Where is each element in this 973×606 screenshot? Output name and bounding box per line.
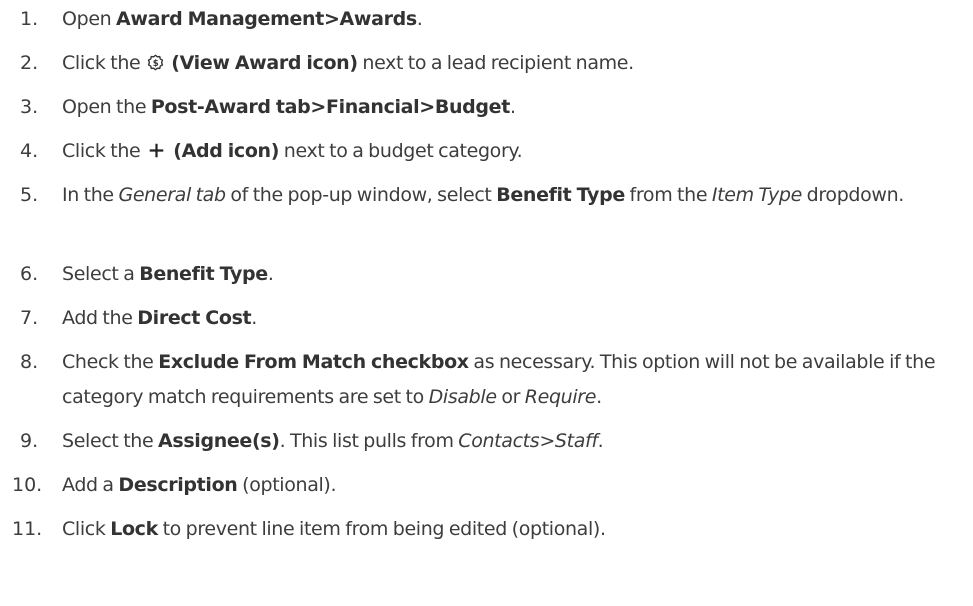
- option-value: Disable: [428, 386, 497, 408]
- field-name: Benefit Type: [139, 263, 268, 285]
- step-3: 3. Open the Post-Award tab>Financial>Bud…: [0, 90, 973, 125]
- step-number: 5.: [20, 184, 39, 206]
- step-number: 8.: [20, 351, 39, 373]
- tab-name: General tab: [118, 184, 226, 206]
- step-6: 6. Select a Benefit Type.: [0, 257, 973, 292]
- icon-label: (View Award icon): [166, 52, 358, 74]
- step-number: 1.: [20, 8, 39, 30]
- add-icon: [149, 143, 164, 158]
- step-number: 7.: [20, 307, 39, 329]
- field-name: Direct Cost: [137, 307, 252, 329]
- step-number: 9.: [20, 430, 39, 452]
- step-text: Add a Description (optional).: [62, 474, 337, 496]
- menu-path: Award Management>Awards: [116, 8, 417, 30]
- step-text: Check the Exclude From Match checkbox as…: [62, 351, 936, 408]
- step-number: 2.: [20, 52, 39, 74]
- step-text: Click the $ (View Award icon) next to a …: [62, 52, 634, 74]
- svg-text:$: $: [153, 59, 159, 69]
- view-award-icon: $: [147, 54, 164, 71]
- step-2: 2. Click the $ (View Award icon) next to…: [0, 46, 973, 81]
- step-text: In the General tab of the pop-up window,…: [62, 184, 904, 206]
- field-name: Item Type: [711, 184, 802, 206]
- icon-label: (Add icon): [168, 140, 280, 162]
- step-number: 4.: [20, 140, 39, 162]
- step-text: Select a Benefit Type.: [62, 263, 274, 285]
- field-name: Description: [118, 474, 238, 496]
- field-name: Exclude From Match checkbox: [158, 351, 469, 373]
- step-10: 10. Add a Description (optional).: [0, 468, 973, 503]
- step-text: Add the Direct Cost.: [62, 307, 257, 329]
- menu-path: Contacts>Staff: [458, 430, 598, 452]
- step-7: 7. Add the Direct Cost.: [0, 301, 973, 336]
- step-number: 3.: [20, 96, 39, 118]
- step-text: Open Award Management>Awards.: [62, 8, 423, 30]
- step-4: 4. Click the (Add icon) next to a budget…: [0, 134, 973, 169]
- step-5: 5. In the General tab of the pop-up wind…: [0, 178, 973, 248]
- field-name: Lock: [110, 518, 158, 540]
- field-value: Benefit Type: [496, 184, 625, 206]
- step-9: 9. Select the Assignee(s). This list pul…: [0, 424, 973, 459]
- menu-path: Post-Award tab>Financial>Budget: [150, 96, 510, 118]
- step-text: Select the Assignee(s). This list pulls …: [62, 430, 604, 452]
- step-11: 11. Click Lock to prevent line item from…: [0, 512, 973, 547]
- step-text: Click the (Add icon) next to a budget ca…: [62, 140, 523, 162]
- step-number: 10.: [12, 474, 43, 496]
- step-text: Click Lock to prevent line item from bei…: [62, 518, 606, 540]
- step-1: 1. Open Award Management>Awards.: [0, 2, 973, 37]
- step-number: 6.: [20, 263, 39, 285]
- step-8: 8. Check the Exclude From Match checkbox…: [0, 345, 973, 415]
- step-text: Open the Post-Award tab>Financial>Budget…: [62, 96, 516, 118]
- field-name: Assignee(s): [158, 430, 280, 452]
- step-number: 11.: [12, 518, 43, 540]
- option-value: Require: [524, 386, 597, 408]
